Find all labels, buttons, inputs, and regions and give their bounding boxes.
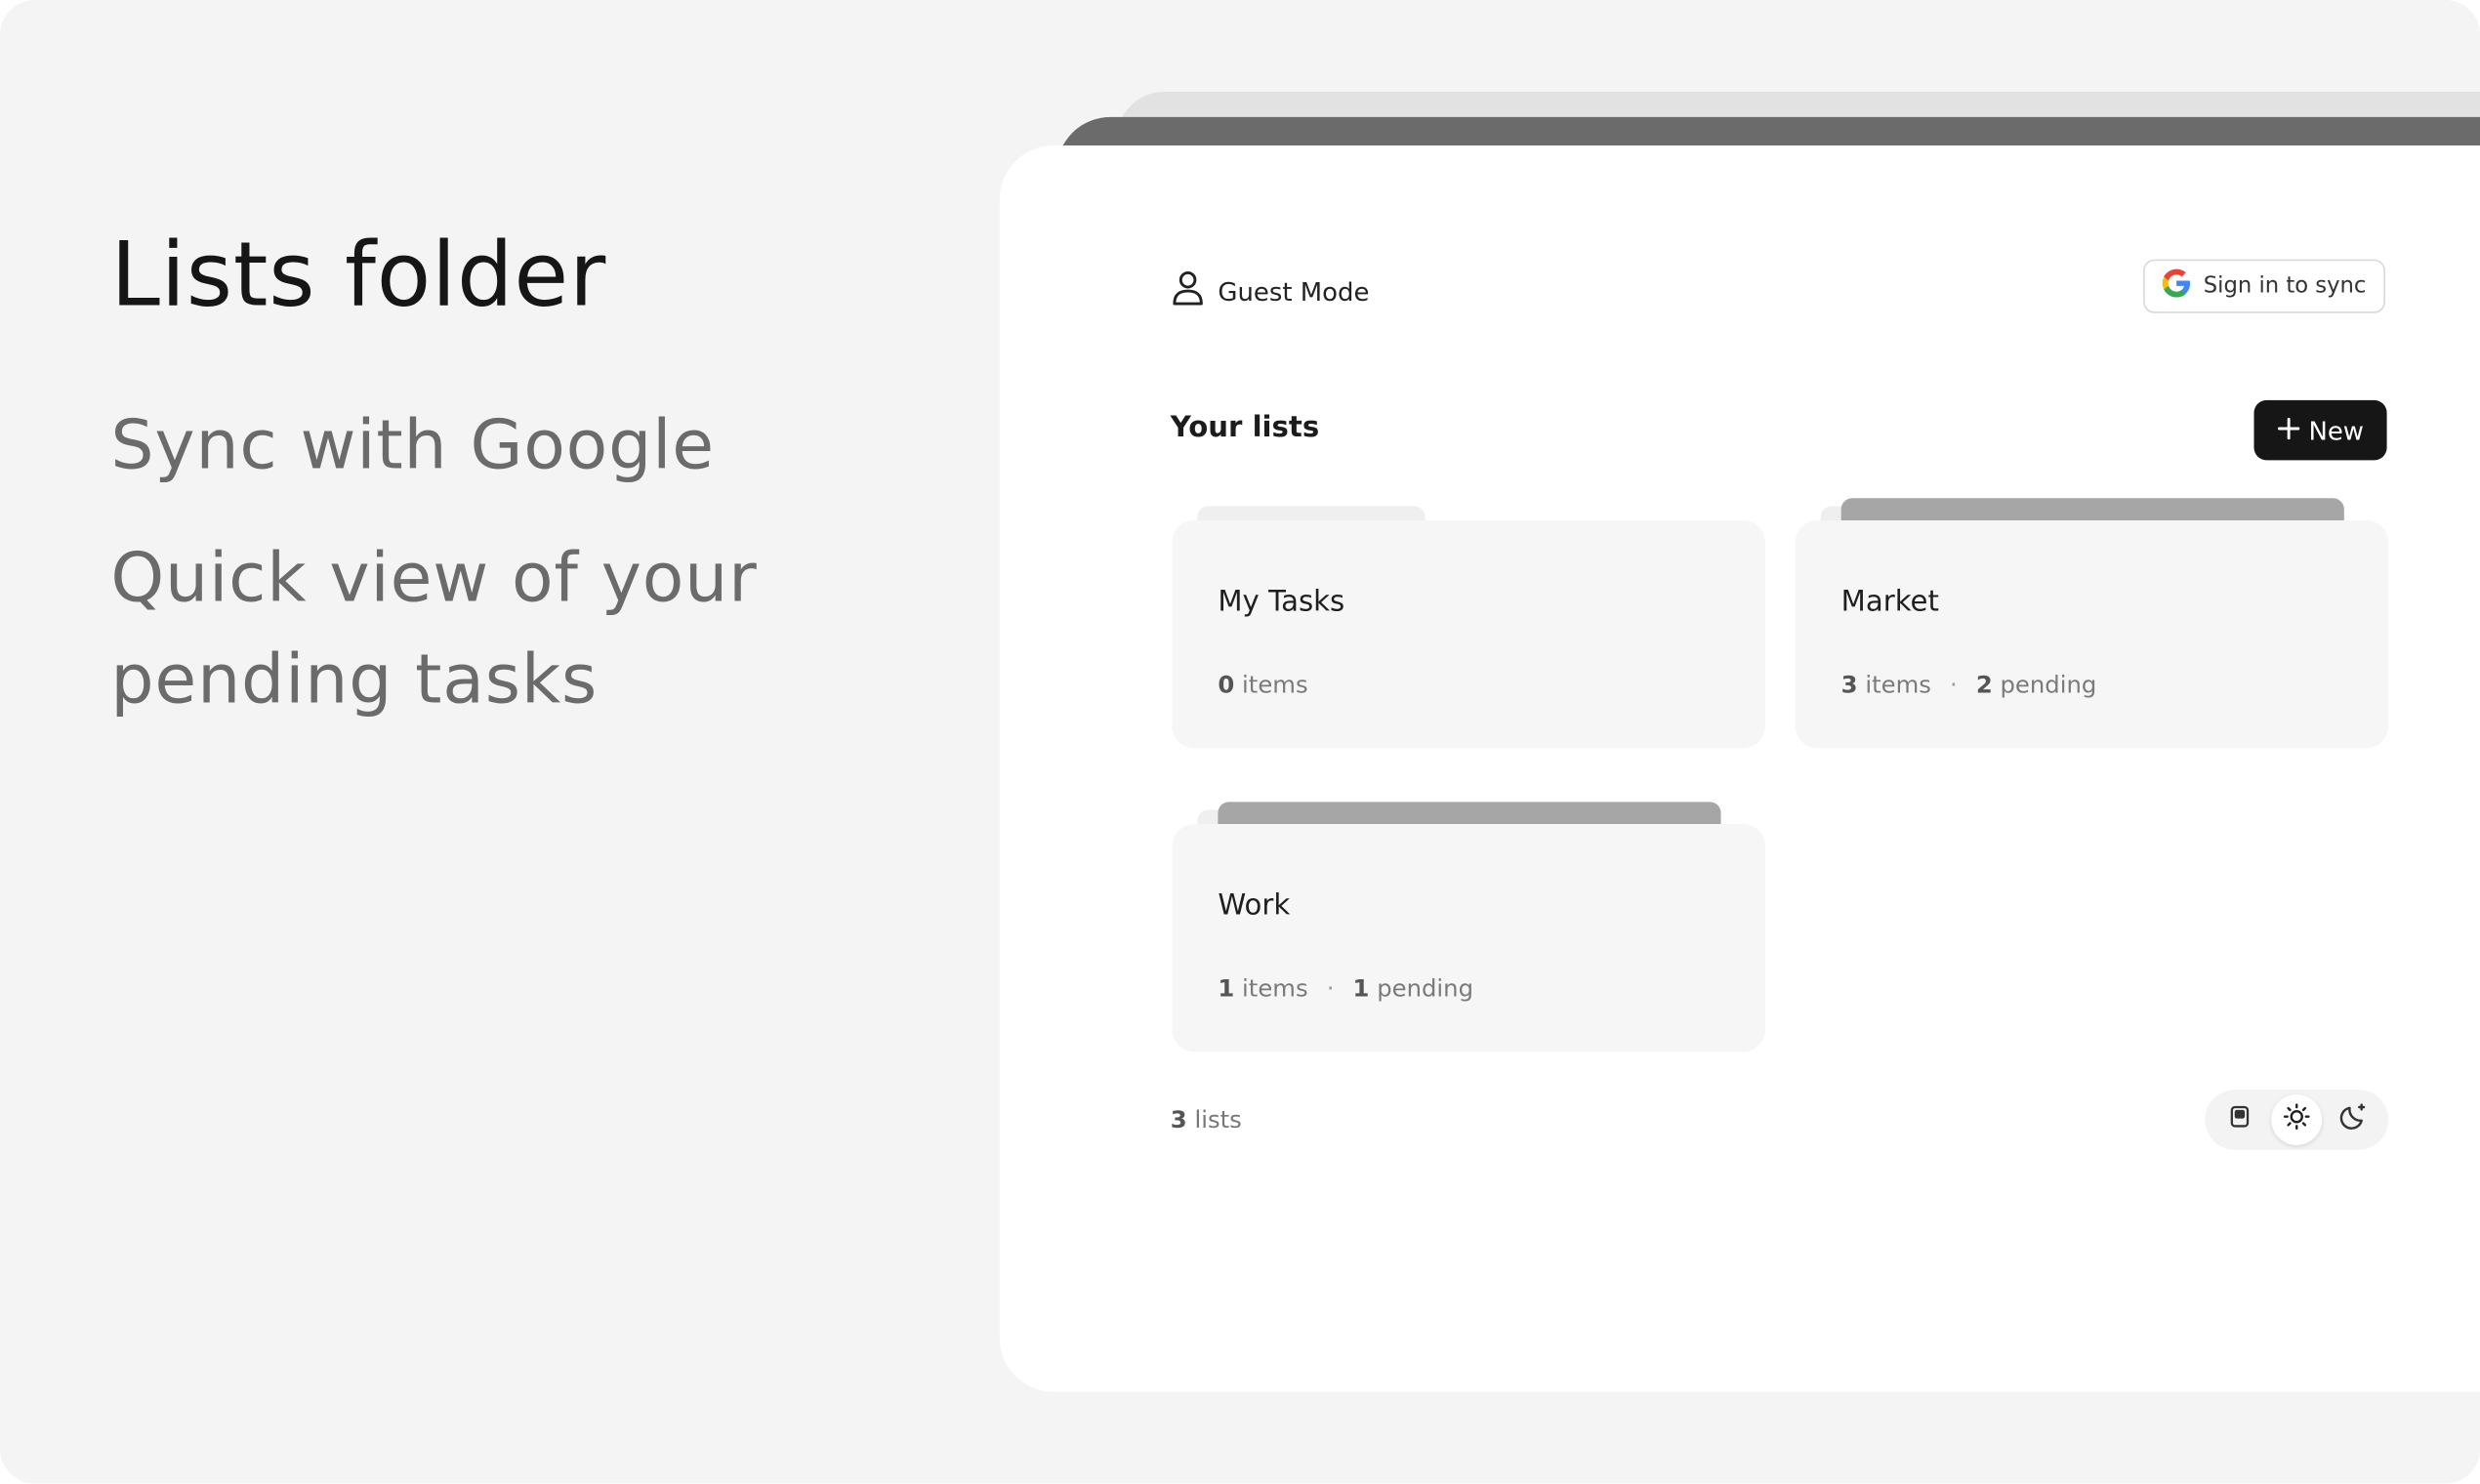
google-g-icon — [2162, 268, 2191, 304]
plus-icon — [2277, 415, 2299, 445]
card-body — [1795, 519, 2389, 749]
pending-label: pending — [2000, 670, 2097, 700]
pending-count: 2 — [1975, 670, 1993, 700]
moon-icon — [2337, 1101, 2369, 1139]
list-stats: 1 items · 1 pending — [1218, 974, 1473, 1003]
stats-separator: · — [1326, 973, 1335, 1004]
promo-feature: Sync with Google — [110, 406, 715, 486]
section-title: Your lists — [1170, 411, 1320, 445]
new-list-label: New — [2308, 415, 2365, 446]
app-window: Guest Mode Sign in to sync Your lists Ne… — [999, 145, 2480, 1392]
items-label: items — [1242, 973, 1308, 1004]
card-body — [1172, 824, 1765, 1052]
theme-switcher — [2205, 1090, 2389, 1150]
list-card-my-tasks[interactable]: My Tasks 0 items — [1172, 506, 1765, 749]
items-count: 1 — [1218, 973, 1235, 1004]
list-stats: 0 items — [1218, 671, 1307, 699]
user-icon — [1171, 268, 1206, 312]
guest-mode-label: Guest Mode — [1218, 275, 1370, 307]
theme-light-button[interactable] — [2271, 1094, 2323, 1145]
list-card-market[interactable]: Market 3 items · 2 pending — [1795, 498, 2389, 749]
sun-icon — [2283, 1102, 2311, 1137]
lists-count-number: 3 — [1170, 1105, 1187, 1134]
stats-separator: · — [1950, 670, 1958, 700]
promo-feature: Quick view of your pending tasks — [110, 539, 758, 721]
list-stats: 3 items · 2 pending — [1841, 671, 2097, 699]
promo-title: Lists folder — [110, 225, 607, 328]
items-count: 3 — [1840, 670, 1858, 700]
list-name: My Tasks — [1218, 585, 1345, 619]
list-name: Work — [1218, 888, 1291, 923]
card-body — [1172, 519, 1765, 749]
system-icon — [2227, 1104, 2253, 1135]
sign-in-label: Sign in to sync — [2203, 273, 2367, 300]
theme-system-button[interactable] — [2214, 1094, 2265, 1145]
new-list-button[interactable]: New — [2253, 399, 2387, 461]
lists-count-label: lists — [1194, 1105, 1242, 1134]
sign-in-to-sync-button[interactable]: Sign in to sync — [2143, 259, 2385, 313]
pending-count: 1 — [1352, 973, 1370, 1004]
theme-dark-button[interactable] — [2329, 1094, 2379, 1145]
list-card-work[interactable]: Work 1 items · 1 pending — [1172, 802, 1765, 1052]
items-label: items — [1865, 670, 1931, 700]
items-count: 0 — [1218, 670, 1235, 700]
guest-mode-indicator: Guest Mode — [1171, 268, 1370, 312]
pending-label: pending — [1377, 973, 1474, 1004]
lists-count: 3 lists — [1171, 1105, 1242, 1134]
stage: Lists folder Sync with Google Quick view… — [0, 0, 2480, 1484]
promo-panel: Lists folder Sync with Google Quick view… — [110, 219, 932, 731]
items-label: items — [1242, 670, 1308, 700]
list-name: Market — [1840, 585, 1939, 619]
